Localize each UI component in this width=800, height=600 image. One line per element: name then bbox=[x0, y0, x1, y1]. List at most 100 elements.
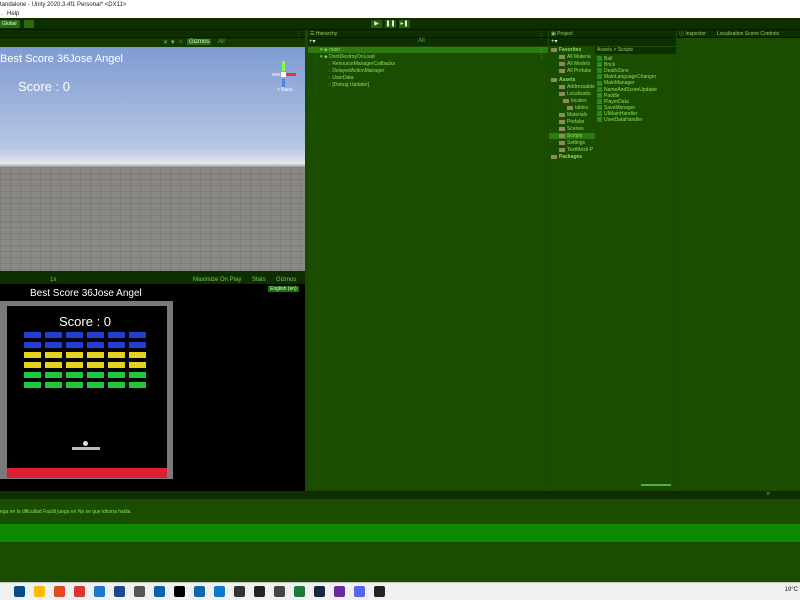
project-tree-item[interactable]: Scenes bbox=[549, 126, 595, 132]
project-tree-item[interactable]: All Materia bbox=[549, 54, 595, 60]
pause-button[interactable]: ❚❚ bbox=[385, 20, 396, 28]
script-icon bbox=[597, 86, 602, 92]
scene-view-icon[interactable]: ☼ bbox=[178, 39, 184, 45]
script-file[interactable]: NameAndScoreUpdater bbox=[597, 87, 657, 93]
project-tree-item[interactable]: Prefabs bbox=[549, 119, 595, 125]
project-breadcrumb[interactable]: Assets > Scripts bbox=[595, 47, 676, 54]
project-tree-label: Materials bbox=[567, 112, 588, 118]
scene-menu-icon[interactable]: ⋮ bbox=[539, 47, 544, 53]
game-gizmos-dropdown[interactable]: Gizmos bbox=[276, 277, 296, 283]
github-icon[interactable] bbox=[374, 586, 385, 597]
folder-icon bbox=[551, 47, 557, 52]
brick bbox=[129, 372, 146, 378]
project-tree-item[interactable]: Addressable bbox=[549, 84, 595, 90]
project-tree-item[interactable]: tables bbox=[549, 105, 595, 111]
script-file[interactable]: MainLanguageChanger bbox=[597, 74, 656, 80]
project-tree-item[interactable]: Scripts bbox=[549, 133, 595, 139]
project-tree-item[interactable]: Favorites bbox=[549, 47, 595, 53]
scene-tools-icon[interactable]: ✕ ▼ bbox=[163, 39, 176, 46]
play-button[interactable]: ▶ bbox=[371, 20, 382, 28]
project-tree-item[interactable]: locales bbox=[549, 98, 595, 104]
inspector-header: ⓘ Inspector Localization Scene Controls bbox=[677, 30, 800, 38]
hierarchy-menu-icon[interactable]: ⋮ bbox=[539, 30, 544, 38]
console-message[interactable]: ega en la dificultad Facilil juega en No… bbox=[0, 509, 130, 515]
hierarchy-add-button[interactable]: +▾ bbox=[309, 38, 316, 45]
weather-temperature[interactable]: 19°C bbox=[785, 587, 798, 593]
inspector-tab[interactable]: ⓘ Inspector bbox=[679, 30, 706, 38]
language-dropdown[interactable]: English (en) bbox=[268, 286, 299, 292]
brick bbox=[87, 362, 104, 368]
script-file[interactable]: DeathZone bbox=[597, 68, 629, 74]
project-tree-item[interactable]: TextMesh P bbox=[549, 147, 595, 153]
firefox-icon[interactable] bbox=[94, 586, 105, 597]
script-file[interactable]: MainManager bbox=[597, 80, 635, 86]
hierarchy-item[interactable]: ◌ DelayedActionManager bbox=[308, 68, 548, 74]
discord-icon[interactable] bbox=[354, 586, 365, 597]
edge-icon[interactable] bbox=[214, 586, 225, 597]
scene-gizmos-dropdown[interactable]: Gizmos bbox=[187, 39, 212, 45]
hierarchy-item[interactable]: ◌ ResourceManagerCallbacks bbox=[308, 61, 548, 67]
project-panel: ▣ Project +▾ Favorites All Materia All Mod… bbox=[549, 30, 676, 490]
windows-start-icon[interactable] bbox=[14, 586, 25, 597]
chrome-icon[interactable] bbox=[74, 586, 85, 597]
script-file[interactable]: Ball bbox=[597, 56, 612, 62]
scene-menu-icon[interactable]: ⋮ bbox=[539, 54, 544, 60]
brick-grid bbox=[24, 332, 149, 392]
script-file[interactable]: UserDataHandler bbox=[597, 117, 643, 123]
brick bbox=[24, 352, 41, 358]
excel-icon[interactable] bbox=[294, 586, 305, 597]
project-tree-item[interactable]: All Prefabs bbox=[549, 68, 595, 74]
game-toolbar: 1x Maximize On Play Stats Gizmos bbox=[0, 276, 305, 284]
settings-icon[interactable] bbox=[274, 586, 285, 597]
brick bbox=[129, 352, 146, 358]
meta-icon[interactable] bbox=[234, 586, 245, 597]
step-button[interactable]: ▸❚ bbox=[399, 20, 410, 28]
stats-toggle[interactable]: Stats bbox=[252, 277, 266, 283]
scene-best-score-text: Best Score 36Jose Angel bbox=[0, 53, 123, 65]
file-explorer-icon[interactable] bbox=[34, 586, 45, 597]
project-tree-item[interactable]: Assets bbox=[549, 77, 595, 83]
script-file[interactable]: Paddle bbox=[597, 93, 620, 99]
project-tree-item[interactable]: All Models bbox=[549, 61, 595, 67]
hierarchy-item[interactable]: ◌ UserData bbox=[308, 75, 548, 81]
visual-studio-icon[interactable] bbox=[334, 586, 345, 597]
hierarchy-search[interactable]: All bbox=[418, 38, 425, 44]
scene-search[interactable]: All bbox=[218, 39, 225, 45]
project-tree-item[interactable]: Materials bbox=[549, 112, 595, 118]
script-file[interactable]: PlayerData bbox=[597, 99, 629, 105]
global-toggle[interactable]: Global bbox=[0, 20, 20, 28]
brick bbox=[66, 332, 83, 338]
pivot-toggle[interactable] bbox=[24, 20, 34, 28]
app-icon[interactable] bbox=[194, 586, 205, 597]
scene-viewport[interactable]: Best Score 36Jose Angel Score : 0 < Back bbox=[0, 47, 305, 271]
brick bbox=[45, 352, 62, 358]
console-search-icon[interactable]: ⌕ bbox=[767, 491, 770, 498]
script-file[interactable]: Brick bbox=[597, 62, 615, 68]
hierarchy-item[interactable]: ◌ [Debug Updater] bbox=[308, 82, 548, 88]
menu-help[interactable]: Help bbox=[7, 10, 19, 18]
scene-gizmo-axis-icon[interactable] bbox=[270, 61, 298, 89]
project-add-button[interactable]: +▾ bbox=[551, 38, 558, 45]
visual-studio-code-icon[interactable] bbox=[114, 586, 125, 597]
script-file[interactable]: UIMainHandler bbox=[597, 111, 637, 117]
hierarchy-item[interactable]: ▾ ◈ DontDestroyOnLoad ⋮ bbox=[308, 54, 548, 60]
outlook-icon[interactable] bbox=[154, 586, 165, 597]
brick bbox=[24, 382, 41, 388]
project-tree-item[interactable]: Settings bbox=[549, 140, 595, 146]
brick bbox=[24, 372, 41, 378]
unity-icon[interactable] bbox=[254, 586, 265, 597]
hierarchy-item[interactable]: ▾ ◈ main ⋮ bbox=[308, 47, 548, 53]
steam-icon[interactable] bbox=[314, 586, 325, 597]
brave-icon[interactable] bbox=[54, 586, 65, 597]
project-tree-item[interactable]: Packages bbox=[549, 154, 595, 160]
script-file[interactable]: SaveManager bbox=[597, 105, 635, 111]
calendar-icon[interactable] bbox=[134, 586, 145, 597]
photoshop-icon[interactable] bbox=[174, 586, 185, 597]
zoom-slider[interactable] bbox=[641, 484, 671, 486]
maximize-on-play-toggle[interactable]: Maximize On Play bbox=[193, 277, 241, 283]
project-tree-item[interactable]: Localizatio bbox=[549, 91, 595, 97]
game-viewport[interactable]: English (en) Best Score 36Jose Angel Sco… bbox=[0, 284, 305, 491]
scene-menu-icon[interactable]: ⋮ bbox=[296, 30, 301, 38]
game-scale[interactable]: 1x bbox=[50, 277, 56, 283]
localization-tab[interactable]: Localization Scene Controls bbox=[717, 30, 779, 38]
